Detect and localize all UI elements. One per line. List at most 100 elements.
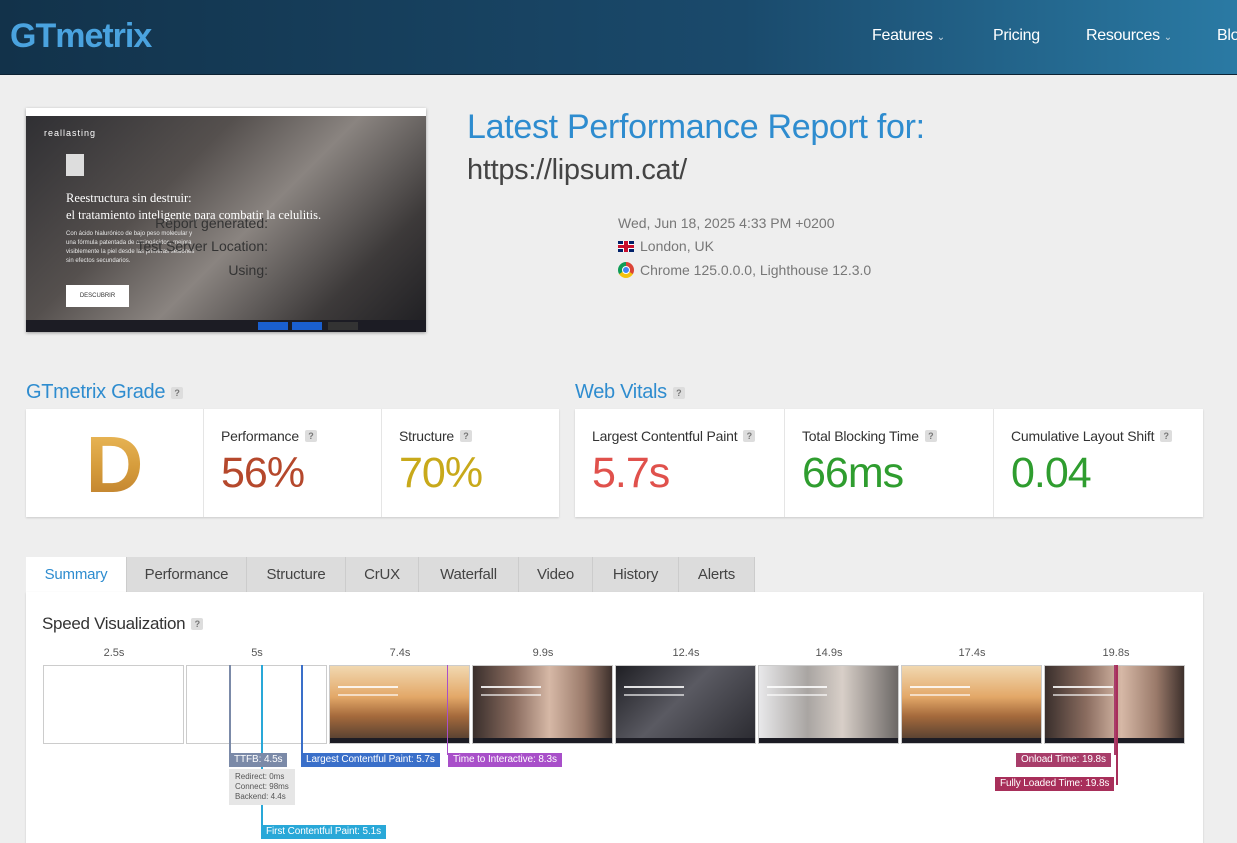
- help-icon[interactable]: ?: [171, 387, 184, 399]
- meta-value: Chrome 125.0.0.0, Lighthouse 12.3.0: [640, 262, 872, 278]
- meta-row-using: Using: Chrome 125.0.0.0, Lighthouse 12.3…: [0, 262, 900, 280]
- help-icon[interactable]: ?: [1160, 430, 1173, 442]
- cls-label: Cumulative Layout Shift?: [1011, 428, 1173, 444]
- filmstrip-frame-blank[interactable]: [186, 665, 327, 744]
- thumbnail-cookie-button: [292, 322, 322, 330]
- tti-line: [447, 665, 448, 755]
- meta-label: Using:: [228, 262, 268, 278]
- frame-headline: [481, 686, 541, 696]
- filmstrip-frame-light[interactable]: [758, 665, 899, 744]
- tti-marker: Time to Interactive: 8.3s: [448, 753, 562, 767]
- chevron-down-icon: ⌄: [1163, 32, 1172, 43]
- performance-cell: Performance? 56%: [204, 409, 382, 517]
- chrome-icon: [618, 262, 634, 278]
- gtmetrix-grade-title: GTmetrix Grade?: [26, 381, 184, 404]
- fully-loaded-line: [1116, 665, 1118, 785]
- web-vitals-title-text: Web Vitals: [575, 381, 667, 403]
- tab-video[interactable]: Video: [519, 557, 593, 592]
- lcp-value: 5.7s: [592, 449, 670, 497]
- frame-cookie-bar: [616, 738, 755, 743]
- structure-label-text: Structure: [399, 428, 454, 444]
- thumbnail-headline-line-1: Reestructura sin destruir:: [66, 191, 192, 205]
- tbt-label-text: Total Blocking Time: [802, 428, 919, 444]
- thumbnail-cta-button: DESCUBRIR: [66, 285, 129, 307]
- ttfb-connect: Connect: 98ms: [235, 782, 289, 791]
- ttfb-marker: TTFB: 4.5s: [229, 753, 288, 767]
- web-vitals-card: Largest Contentful Paint? 5.7s Total Blo…: [575, 409, 1203, 517]
- frame-headline: [624, 686, 684, 696]
- frame-cookie-bar: [759, 738, 898, 743]
- nav-item-resources[interactable]: Resources ⌄: [1086, 27, 1172, 45]
- meta-row-test-server: Test Server Location: London, UK: [0, 238, 900, 256]
- filmstrip-frame-dark[interactable]: [615, 665, 756, 744]
- tab-crux[interactable]: CrUX: [346, 557, 419, 592]
- tab-waterfall[interactable]: Waterfall: [419, 557, 519, 592]
- filmstrip-frame-sunset[interactable]: [901, 665, 1042, 744]
- chevron-down-icon: ⌄: [936, 32, 945, 43]
- web-vitals-title: Web Vitals?: [575, 381, 685, 404]
- timeline-tick: 14.9s: [815, 647, 843, 659]
- filmstrip-frame-group[interactable]: [472, 665, 613, 744]
- report-title: Latest Performance Report for:: [467, 108, 925, 146]
- help-icon[interactable]: ?: [304, 430, 317, 442]
- speed-visualization: 2.5s 5s 7.4s 9.9s 12.4s 14.9s 17.4s 19.8…: [43, 645, 1187, 843]
- meta-value: Wed, Jun 18, 2025 4:33 PM +0200: [618, 215, 835, 231]
- frame-headline: [767, 686, 827, 696]
- onload-marker: Onload Time: 19.8s: [1016, 753, 1111, 767]
- tab-history[interactable]: History: [593, 557, 679, 592]
- thumbnail-cookie-bar: [26, 320, 426, 332]
- ttfb-redirect: Redirect: 0ms: [235, 772, 285, 781]
- timeline-tick: 5s: [251, 647, 263, 659]
- help-icon[interactable]: ?: [924, 430, 937, 442]
- fcp-marker: First Contentful Paint: 5.1s: [261, 825, 387, 839]
- fully-loaded-marker: Fully Loaded Time: 19.8s: [995, 777, 1115, 791]
- frame-cookie-bar: [330, 738, 469, 743]
- structure-cell: Structure? 70%: [382, 409, 559, 517]
- speed-visualization-title: Speed Visualization?: [42, 614, 204, 634]
- lcp-label: Largest Contentful Paint?: [592, 428, 756, 444]
- main-nav: Features ⌄ Pricing Resources ⌄ Blo: [0, 27, 1237, 49]
- gtmetrix-grade-title-text: GTmetrix Grade: [26, 381, 166, 403]
- nav-item-pricing[interactable]: Pricing: [993, 27, 1040, 45]
- lcp-line: [301, 665, 303, 755]
- tab-summary[interactable]: Summary: [26, 557, 127, 592]
- filmstrip-frame-blank[interactable]: [43, 665, 184, 744]
- meta-value-location: London, UK: [618, 238, 714, 254]
- timeline-tick: 2.5s: [103, 647, 125, 659]
- help-icon[interactable]: ?: [672, 387, 685, 399]
- structure-value: 70%: [399, 449, 483, 497]
- cls-label-text: Cumulative Layout Shift: [1011, 428, 1155, 444]
- top-header: GTmetrix Features ⌄ Pricing Resources ⌄ Bl…: [0, 0, 1237, 75]
- thumbnail-top-bar: [26, 108, 426, 116]
- help-icon[interactable]: ?: [743, 430, 756, 442]
- meta-label: Report generated:: [155, 215, 268, 231]
- thumbnail-cookie-button: [258, 322, 288, 330]
- performance-value: 56%: [221, 449, 305, 497]
- timeline-tick: 7.4s: [389, 647, 411, 659]
- nav-label-resources: Resources: [1086, 27, 1160, 44]
- nav-item-blog[interactable]: Blo: [1217, 27, 1237, 45]
- timeline-tick: 17.4s: [958, 647, 986, 659]
- grade-cell: D: [26, 409, 204, 517]
- frame-cookie-bar: [902, 738, 1041, 743]
- ttfb-line: [229, 665, 231, 755]
- qr-code-icon: [66, 154, 84, 176]
- performance-label-text: Performance: [221, 428, 299, 444]
- thumbnail-cookie-button: [328, 322, 358, 330]
- speed-visualization-title-text: Speed Visualization: [42, 614, 186, 633]
- grade-letter: D: [26, 419, 203, 511]
- tbt-cell: Total Blocking Time? 66ms: [785, 409, 994, 517]
- tab-alerts[interactable]: Alerts: [679, 557, 755, 592]
- filmstrip-frame-sunset[interactable]: [329, 665, 470, 744]
- tab-performance[interactable]: Performance: [127, 557, 247, 592]
- tab-structure[interactable]: Structure: [247, 557, 346, 592]
- cls-cell: Cumulative Layout Shift? 0.04: [994, 409, 1203, 517]
- help-icon[interactable]: ?: [460, 430, 472, 442]
- frame-headline: [910, 686, 970, 696]
- lcp-marker: Largest Contentful Paint: 5.7s: [301, 753, 440, 767]
- tbt-value: 66ms: [802, 449, 904, 497]
- frame-cookie-bar: [473, 738, 612, 743]
- nav-item-features[interactable]: Features ⌄: [872, 27, 945, 45]
- report-url[interactable]: https://lipsum.cat/: [467, 154, 687, 187]
- help-icon[interactable]: ?: [191, 618, 204, 630]
